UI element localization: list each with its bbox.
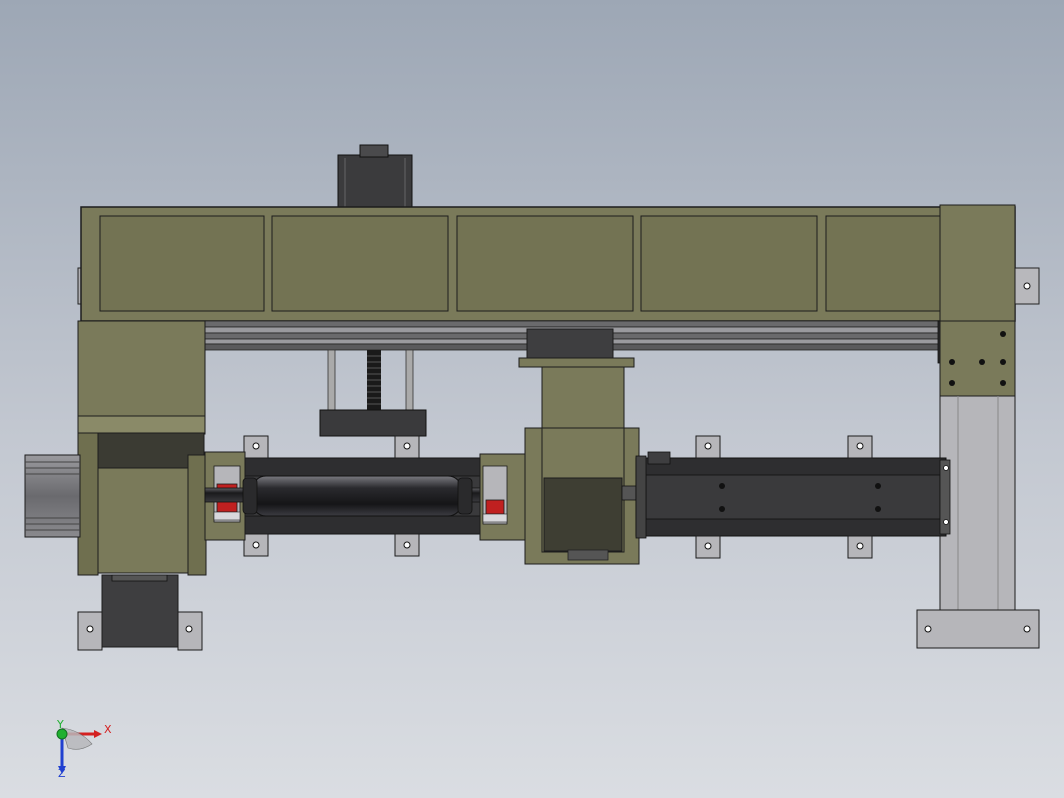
- center-carriage[interactable]: [518, 328, 640, 565]
- left-side-motor[interactable]: [24, 454, 81, 538]
- beam-end-bracket: [1014, 267, 1040, 305]
- top-motor[interactable]: [337, 144, 413, 211]
- beam-panel-3: [456, 215, 634, 312]
- beam-panel-1: [99, 215, 265, 312]
- cad-viewport[interactable]: Y X Z: [0, 0, 1064, 798]
- triad-x-label: X: [104, 723, 112, 736]
- beam-panel-2: [271, 215, 449, 312]
- pneumatic-cylinder[interactable]: [242, 475, 473, 517]
- right-linear-module[interactable]: [621, 435, 951, 559]
- assembly-drawing: [24, 144, 1040, 774]
- triad-y-label: Y: [57, 718, 64, 731]
- main-beam[interactable]: [80, 206, 1016, 322]
- vertical-lead-screw: [319, 349, 427, 437]
- bottom-left-motor[interactable]: [77, 574, 203, 651]
- beam-panel-4: [640, 215, 818, 312]
- left-gearbox[interactable]: [77, 320, 207, 576]
- triad-z-label: Z: [58, 767, 66, 780]
